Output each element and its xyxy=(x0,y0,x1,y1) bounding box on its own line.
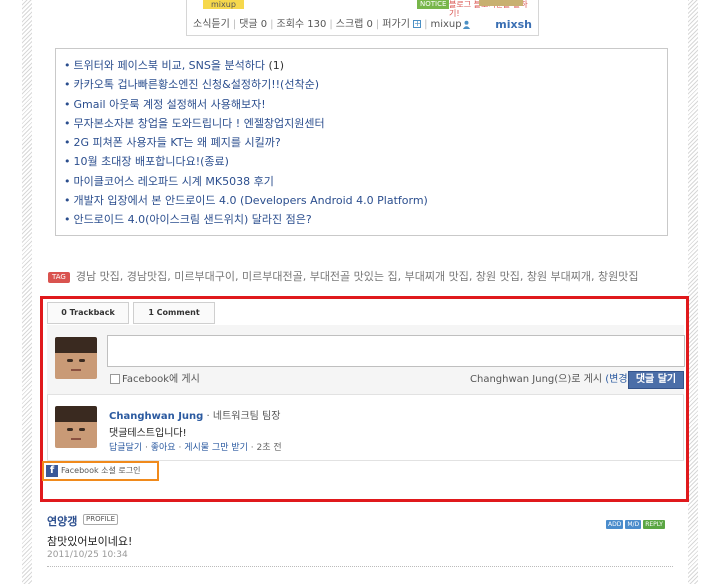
facebook-login-label: Facebook 소셜 로그인 xyxy=(61,466,141,475)
comment-author-line: Changhwan Jung · 네트워크팀 팀장 xyxy=(109,407,280,422)
left-border-pattern xyxy=(22,0,32,584)
scrap-count[interactable]: 스크랩 0 xyxy=(336,19,373,30)
facebook-post-label: Facebook에 게시 xyxy=(122,374,200,385)
comment-avatar[interactable] xyxy=(55,406,97,448)
comment-time: · 2초 전 xyxy=(250,443,282,453)
related-post-item[interactable]: • 카카오톡 겁나빠른황소엔진 신청&설정하기!!(선착순) xyxy=(64,75,659,94)
facebook-icon: f xyxy=(46,464,58,477)
related-post-item[interactable]: • Gmail 아웃룩 계정 설정해서 사용해보자! xyxy=(64,95,659,114)
related-post-item[interactable]: • 10월 초대장 배포합니다요!(종료) xyxy=(64,152,659,171)
mixup-widget: mixup NOTICE 블로그 블로거분을 잘하기! 소식듣기|댓글 0|조회… xyxy=(186,0,539,36)
mixup-notice-badge: NOTICE xyxy=(417,0,450,9)
comment-text: 댓글테스트입니다! xyxy=(109,428,187,439)
right-border-pattern xyxy=(688,0,698,584)
submit-comment-button[interactable]: 댓글 달기 xyxy=(628,371,684,389)
tag-badge: TAG xyxy=(48,271,70,283)
related-post-item[interactable]: • 2G 피쳐폰 사용자들 KT는 왜 폐지를 시킬까? xyxy=(64,133,659,152)
subscribe-link[interactable]: 소식듣기 xyxy=(193,19,230,30)
facebook-post-option[interactable]: Facebook에 게시 xyxy=(110,373,200,386)
lower-comment-buttons: ADD M/D REPLY xyxy=(604,515,665,529)
avatar[interactable] xyxy=(55,337,97,379)
facebook-post-checkbox[interactable] xyxy=(110,374,120,384)
tab-trackback[interactable]: 0 Trackback xyxy=(47,302,129,324)
modify-button[interactable]: M/D xyxy=(625,520,642,529)
share-link[interactable]: 퍼가기 xyxy=(382,19,410,30)
tab-comment[interactable]: 1 Comment xyxy=(133,302,215,324)
post-as-info: Changhwan Jung(으)로 게시 (변경) xyxy=(470,373,631,386)
comment-input[interactable] xyxy=(107,335,685,367)
related-post-item[interactable]: • 무자본소자본 창업을 도와드립니다 ! 엔젤창업지원센터 xyxy=(64,114,659,133)
person-icon xyxy=(462,20,470,29)
plus-icon[interactable]: + xyxy=(413,20,422,28)
related-post-item[interactable]: • 개발자 입장에서 본 안드로이드 4.0 (Developers Androi… xyxy=(64,191,659,210)
facebook-login-button[interactable]: f Facebook 소셜 로그인 xyxy=(46,463,140,478)
mixup-user-link[interactable]: mixup xyxy=(430,19,461,30)
related-post-item[interactable]: • 트위터와 페이스북 비교, SNS을 분석하다 (1) xyxy=(64,56,659,75)
tag-row: TAG 경남 맛집, 경남맛집, 미르부대구이, 미르부대전골, 부대전골 맛있는… xyxy=(48,268,639,284)
view-count: 조회수 130 xyxy=(276,19,327,30)
mixup-top-strip: mixup NOTICE 블로그 블로거분을 잘하기! xyxy=(187,0,538,18)
post-as-label: Changhwan Jung(으)로 게시 xyxy=(470,374,603,385)
mixup-action-bar: 소식듣기 | 댓글 0 | 조회수 130 | 스크랩 0 | 퍼가기 + | mixup xyxy=(187,16,538,34)
tag-list[interactable]: 경남 맛집, 경남맛집, 미르부대구이, 미르부대전골, 부대전골 맛있는 집,… xyxy=(76,270,639,283)
mixup-thumbnail[interactable] xyxy=(479,0,523,6)
divider xyxy=(47,566,673,567)
unfollow-link[interactable]: 게시물 그만 받기 xyxy=(184,443,248,453)
reply-link[interactable]: 답글달기 xyxy=(109,443,142,453)
mixsh-logo[interactable]: mixsh xyxy=(495,16,532,34)
comment-count[interactable]: 댓글 0 xyxy=(239,19,267,30)
lower-comment-text: 참맛있어보이네요! xyxy=(47,535,133,548)
add-button[interactable]: ADD xyxy=(606,520,624,529)
comment-author[interactable]: Changhwan Jung xyxy=(109,411,203,422)
related-posts-box: • 트위터와 페이스북 비교, SNS을 분석하다 (1) • 카카오톡 겁나빠른황… xyxy=(55,48,668,236)
related-post-item[interactable]: • 안드로이드 4.0(아이스크림 샌드위치) 달라진 점은? xyxy=(64,210,659,229)
mixup-tag[interactable]: mixup xyxy=(203,0,244,9)
like-link[interactable]: 좋아요 xyxy=(151,443,176,453)
reply-button[interactable]: REPLY xyxy=(643,520,665,529)
related-post-item[interactable]: • 마이클코어스 레오파드 시계 MK5038 후기 xyxy=(64,172,659,191)
lower-comment-date: 2011/10/25 10:34 xyxy=(47,550,128,560)
lower-comment-author[interactable]: 연양갱 xyxy=(47,513,77,529)
comment-role: · 네트워크팀 팀장 xyxy=(203,411,281,422)
comment-actions: 답글달기 · 좋아요 · 게시물 그만 받기 · 2초 전 xyxy=(109,443,282,453)
profile-badge[interactable]: PROFILE xyxy=(83,514,119,525)
